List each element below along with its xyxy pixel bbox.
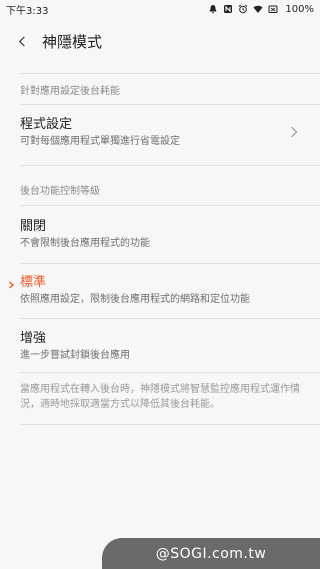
divider (20, 73, 320, 74)
chevron-right-icon (291, 126, 298, 138)
app-settings-desc: 可對每個應用程式單獨進行省電設定 (20, 136, 180, 147)
divider (20, 318, 320, 319)
option-enhanced-title: 增強 (20, 331, 47, 346)
divider (20, 165, 320, 166)
option-enhanced[interactable]: 增強 進一步嘗試封鎖後台應用 (0, 330, 320, 366)
status-time: 下午3:33 (6, 5, 49, 17)
status-bar: 下午3:33 100% (0, 0, 320, 18)
option-standard-desc: 依照應用設定，限制後台應用程式的網路和定位功能 (20, 294, 250, 305)
nfc-icon (223, 4, 233, 14)
wifi-icon (253, 4, 263, 14)
option-off[interactable]: 關閉 不會限制後台應用程式的功能 (0, 218, 320, 254)
page-title: 神隱模式 (42, 32, 103, 51)
section-header-app-settings: 針對應用設定後台耗能 (20, 86, 120, 97)
watermark: @SOGI.com.tw (102, 538, 320, 569)
selected-indicator-icon (9, 281, 15, 289)
status-icons: 100% (208, 4, 314, 15)
option-off-desc: 不會限制後台應用程式的功能 (20, 238, 150, 249)
app-settings-row[interactable]: 程式設定 可對每個應用程式單獨進行省電設定 (0, 116, 320, 154)
app-settings-title: 程式設定 (20, 117, 73, 132)
option-standard[interactable]: 標準 依照應用設定，限制後台應用程式的網路和定位功能 (0, 274, 320, 310)
watermark-text: @SOGI.com.tw (155, 545, 267, 562)
title-bar: 神隱模式 (0, 18, 320, 64)
section-header-background-control: 後台功能控制等級 (20, 186, 100, 197)
option-enhanced-desc: 進一步嘗試封鎖後台應用 (20, 350, 130, 361)
footer-note: 當應用程式在轉入後台時，神隱模式將智慧監控應用程式運作情況，適時地採取適當方式以… (20, 384, 300, 410)
option-off-title: 關閉 (20, 219, 47, 234)
divider (20, 104, 320, 105)
sim-icon (268, 4, 278, 14)
alarm-icon (238, 4, 248, 14)
chevron-left-icon[interactable] (14, 33, 30, 49)
divider (20, 205, 320, 206)
battery-level: 100% (285, 3, 314, 15)
bell-icon (208, 4, 218, 14)
option-standard-title: 標準 (20, 275, 47, 290)
divider (20, 263, 320, 264)
divider (20, 424, 320, 425)
divider (20, 372, 320, 373)
